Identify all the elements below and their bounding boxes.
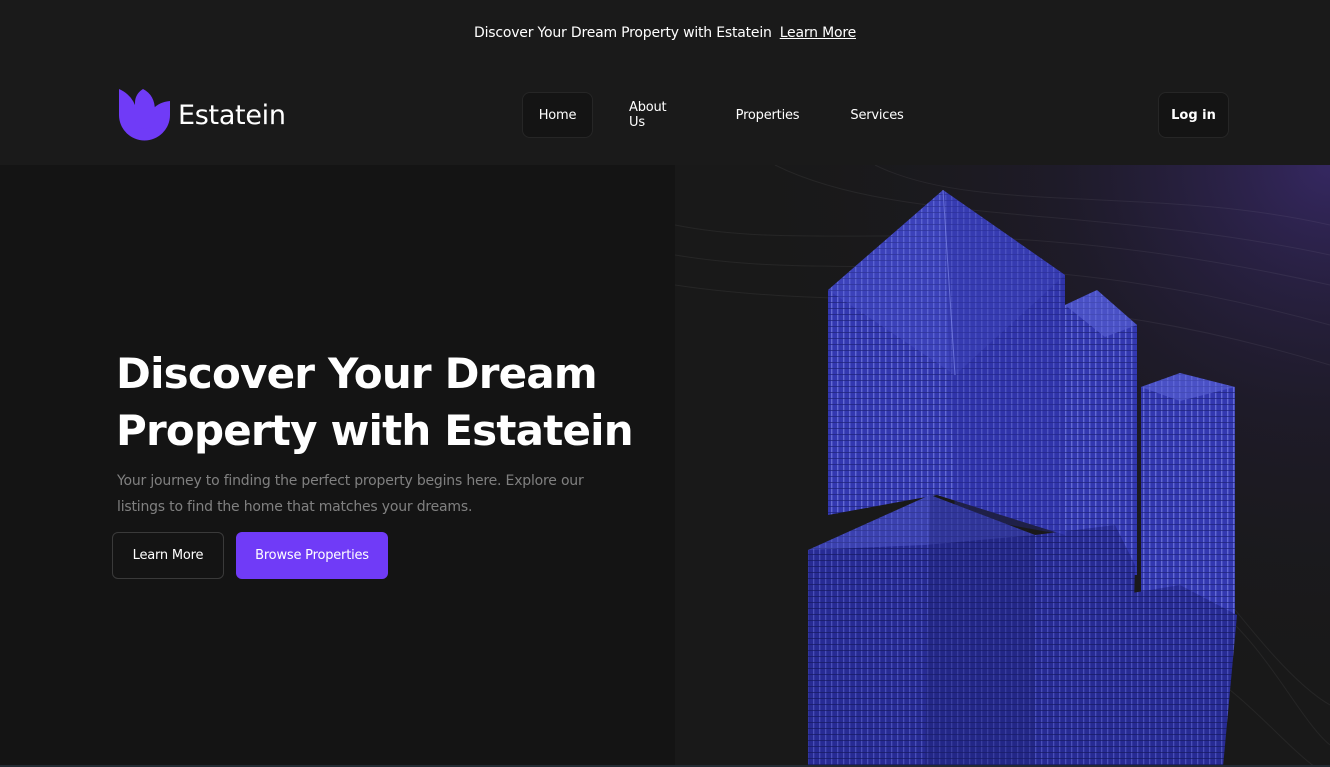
nav-item-services[interactable]: Services [850,92,904,138]
hero-title: Discover Your Dream Property with Estate… [116,349,634,455]
nav-item-home[interactable]: Home [522,92,593,138]
announcement-bar: Discover Your Dream Property with Estate… [0,0,1330,66]
brand-logo[interactable]: Estatein [119,89,286,141]
page: Discover Your Dream Property with Estate… [0,0,1330,767]
logo-icon [119,89,170,141]
building-image [675,165,1330,767]
brand-name: Estatein [178,99,286,131]
login-button[interactable]: Log in [1158,92,1229,138]
browse-properties-button[interactable]: Browse Properties [236,532,388,579]
hero-section: Discover Your Dream Property with Estate… [0,165,675,767]
nav-item-properties[interactable]: Properties [736,92,800,138]
announcement-learn-more-link[interactable]: Learn More [780,25,856,41]
nav-item-about-us[interactable]: About Us [629,92,685,138]
hero-subtitle: Your journey to finding the perfect prop… [117,473,584,515]
site-header: Estatein Home About Us Properties Servic… [0,66,1330,165]
learn-more-button[interactable]: Learn More [112,532,224,579]
hero-image [675,165,1330,767]
announcement-text: Discover Your Dream Property with Estate… [474,25,772,41]
main-nav: Home About Us Properties Services [522,92,904,138]
